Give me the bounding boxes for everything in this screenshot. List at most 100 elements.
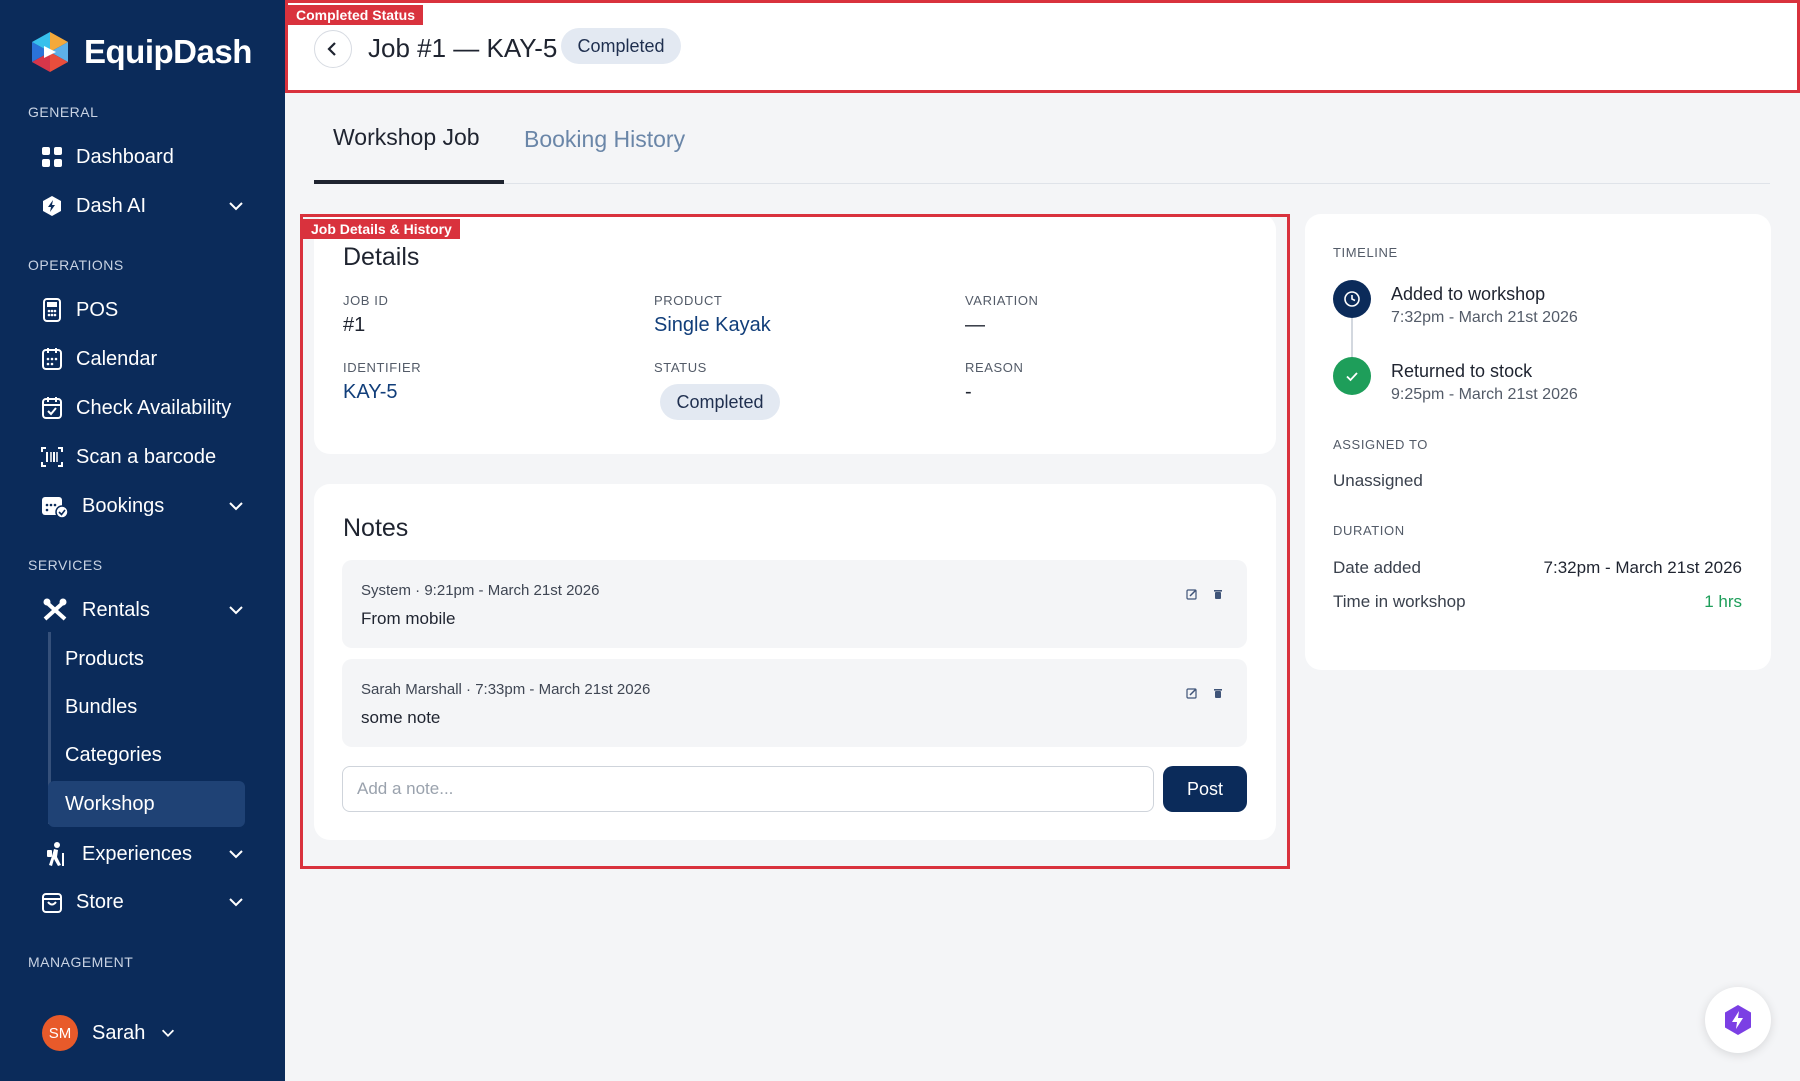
- note-text: From mobile: [361, 609, 456, 628]
- time-in-workshop-label: Time in workshop: [1333, 592, 1466, 611]
- edit-note-button[interactable]: [1184, 586, 1200, 602]
- sidebar-item-dashboard[interactable]: Dashboard: [40, 137, 260, 177]
- chevron-down-icon[interactable]: [226, 496, 246, 516]
- chevron-down-icon[interactable]: [226, 844, 246, 864]
- sidebar-item-store[interactable]: Store: [40, 882, 260, 922]
- timeline-dot-added: [1333, 280, 1371, 318]
- pos-terminal-icon: [40, 298, 64, 322]
- post-note-button[interactable]: Post: [1163, 766, 1247, 812]
- note-text: some note: [361, 708, 441, 727]
- user-menu[interactable]: SM Sarah: [42, 1015, 177, 1051]
- timeline-dot-returned: [1333, 357, 1371, 395]
- sidebar-item-label: Store: [76, 890, 124, 913]
- sidebar-item-rentals[interactable]: Rentals: [40, 590, 260, 630]
- ai-bolt-icon: [1725, 1005, 1751, 1035]
- tab-booking-history[interactable]: Booking History: [524, 126, 685, 153]
- dash-ai-fab[interactable]: [1705, 987, 1771, 1053]
- chevron-left-icon: [327, 42, 336, 56]
- avatar: SM: [42, 1015, 78, 1051]
- time-in-workshop-value: 1 hrs: [1704, 592, 1742, 611]
- sidebar-item-label: Bookings: [82, 494, 165, 517]
- check-icon: [1346, 372, 1358, 382]
- timeline-connector: [1351, 318, 1353, 358]
- sidebar-item-calendar[interactable]: Calendar: [40, 339, 260, 379]
- job-id-value: #1: [343, 314, 366, 336]
- job-id-label: JOB ID: [343, 293, 389, 308]
- sidebar-item-experiences[interactable]: Experiences: [40, 834, 260, 874]
- details-title: Details: [343, 243, 420, 271]
- chevron-down-icon[interactable]: [159, 1024, 177, 1042]
- page-header: Completed Status Job #1 — KAY-5 Complete…: [285, 0, 1800, 93]
- sidebar-item-label: Experiences: [82, 842, 193, 865]
- ai-hexagon-icon: [40, 194, 64, 218]
- note-meta: System · 9:21pm - March 21st 2026: [361, 582, 600, 599]
- chevron-down-icon[interactable]: [226, 600, 246, 620]
- sidebar-subitem-products[interactable]: Products: [48, 636, 245, 682]
- edit-note-button[interactable]: [1184, 685, 1200, 701]
- grid-icon: [40, 145, 64, 169]
- trash-icon: [1214, 689, 1222, 698]
- variation-label: VARIATION: [965, 293, 1039, 308]
- sidebar-subitem-workshop[interactable]: Workshop: [48, 781, 245, 827]
- sidebar-item-label: Dash AI: [76, 194, 147, 217]
- timeline-event-time: 9:25pm - March 21st 2026: [1391, 386, 1578, 403]
- sidebar-item-label: Check Availability: [76, 396, 232, 419]
- reason-label: REASON: [965, 360, 1024, 375]
- sidebar-item-label: Calendar: [76, 347, 158, 370]
- sidebar: EquipDash GENERAL Dashboard Dash AI OPER…: [0, 0, 285, 1081]
- section-services: SERVICES: [28, 557, 103, 573]
- sidebar-item-pos[interactable]: POS: [40, 290, 260, 330]
- tab-workshop-job[interactable]: Workshop Job: [333, 124, 480, 151]
- sidebar-item-dash-ai[interactable]: Dash AI: [40, 186, 260, 226]
- rentals-tools-icon: [40, 598, 70, 622]
- timeline-label: TIMELINE: [1333, 245, 1398, 260]
- note-meta: Sarah Marshall · 7:33pm - March 21st 202…: [361, 681, 651, 698]
- delete-note-button[interactable]: [1210, 586, 1226, 602]
- equipdash-logo-icon: [32, 32, 68, 72]
- sidebar-item-check-availability[interactable]: Check Availability: [40, 388, 260, 428]
- delete-note-button[interactable]: [1210, 685, 1226, 701]
- app-logo[interactable]: EquipDash: [28, 30, 252, 74]
- sidebar-subitem-categories[interactable]: Categories: [48, 732, 245, 778]
- edit-icon: [1186, 589, 1197, 600]
- clock-icon: [1344, 291, 1360, 307]
- assigned-to-label: ASSIGNED TO: [1333, 437, 1428, 452]
- assigned-to-value: Unassigned: [1333, 471, 1423, 490]
- date-added-value: 7:32pm - March 21st 2026: [1543, 558, 1742, 577]
- section-management: MANAGEMENT: [28, 954, 134, 970]
- active-tab-indicator: [314, 180, 504, 184]
- status-badge: Completed: [561, 28, 681, 64]
- edit-icon: [1186, 688, 1197, 699]
- sidebar-item-bookings[interactable]: Bookings: [40, 486, 260, 526]
- timeline-event-title: Added to workshop: [1391, 284, 1546, 304]
- details-card: [314, 214, 1276, 454]
- sidebar-item-label: Rentals: [82, 598, 150, 621]
- sidebar-item-label: POS: [76, 298, 119, 321]
- section-general: GENERAL: [28, 104, 99, 120]
- note-item: System · 9:21pm - March 21st 2026 From m…: [342, 560, 1247, 648]
- sidebar-item-scan-barcode[interactable]: Scan a barcode: [40, 437, 260, 477]
- chevron-down-icon[interactable]: [226, 196, 246, 216]
- app-name: EquipDash: [84, 33, 252, 70]
- timeline-event-title: Returned to stock: [1391, 361, 1533, 381]
- bookings-calendar-icon: [40, 494, 70, 518]
- product-link[interactable]: Single Kayak: [654, 314, 771, 337]
- user-name: Sarah: [92, 1021, 146, 1044]
- section-operations: OPERATIONS: [28, 257, 124, 273]
- identifier-link[interactable]: KAY-5: [343, 381, 397, 404]
- calendar-check-icon: [40, 396, 64, 420]
- add-note-input[interactable]: [342, 766, 1154, 812]
- chevron-down-icon[interactable]: [226, 892, 246, 912]
- hiker-icon: [40, 842, 70, 866]
- annotation-label-completed-status: Completed Status: [288, 5, 424, 25]
- back-button[interactable]: [314, 30, 352, 68]
- sidebar-subitem-bundles[interactable]: Bundles: [48, 684, 245, 730]
- identifier-label: IDENTIFIER: [343, 360, 422, 375]
- trash-icon: [1214, 590, 1222, 599]
- product-label: PRODUCT: [654, 293, 723, 308]
- timeline-event-time: 7:32pm - March 21st 2026: [1391, 309, 1578, 326]
- sidebar-item-label: Dashboard: [76, 145, 174, 168]
- notes-title: Notes: [343, 514, 409, 542]
- status-badge: Completed: [660, 384, 780, 420]
- reason-value: -: [965, 381, 972, 403]
